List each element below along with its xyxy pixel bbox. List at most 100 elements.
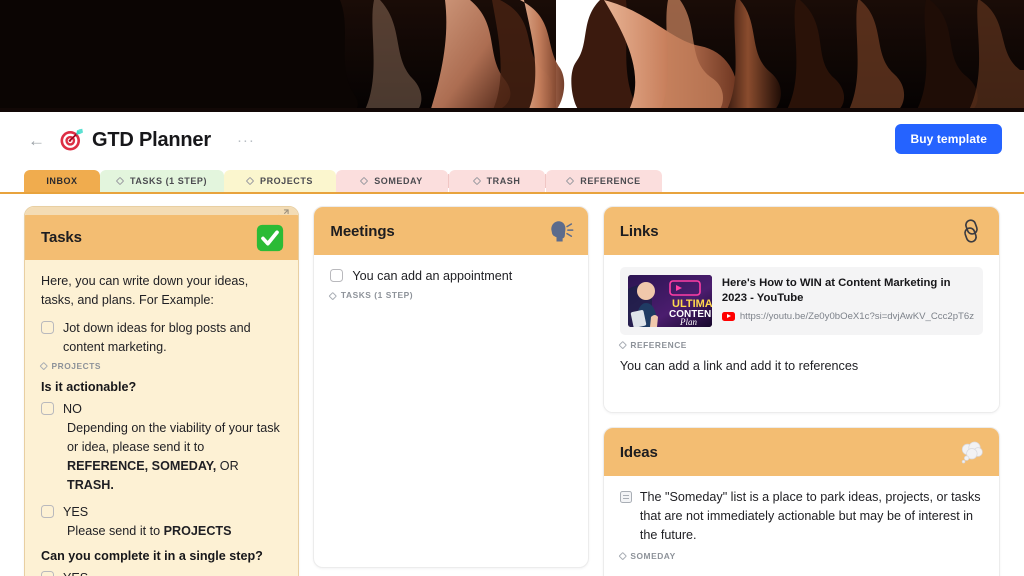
dart-target-emoji [60,128,83,151]
page-header: ← GTD Planner ··· Buy template [0,112,1024,168]
column-tasks: Tasks Here, you can write down your idea… [24,206,300,576]
todo-label: Jot down ideas for blog posts and conten… [63,321,251,354]
todo-label: You can add an appointment [352,269,513,283]
card-ideas-body: The "Someday" list is a place to park id… [603,476,999,576]
link-chain-icon [964,219,978,243]
tab-bar: INBOX TASKS (1 STEP) PROJECTS SOMEDAY TR… [0,170,1024,194]
youtube-icon [721,311,735,321]
tasks-no-text-2: OR [216,458,239,473]
tab-someday-label: SOMEDAY [374,176,423,186]
status-badge-label: PROJECTS [51,360,102,371]
buy-template-button[interactable]: Buy template [895,124,1002,154]
card-meetings[interactable]: Meetings You can add an appointment TASK… [313,206,589,568]
card-tasks-strip [25,207,299,220]
checkbox-icon[interactable] [41,504,54,518]
status-badge-label: REFERENCE [630,340,687,350]
status-badge-label: TASKS (1 STEP) [340,290,414,301]
diamond-icon [618,551,627,560]
back-arrow-icon[interactable]: ← [28,132,45,149]
status-badge[interactable]: PROJECTS [39,360,282,371]
status-badge[interactable]: SOMEDAY [618,550,983,561]
link-preview[interactable]: ULTIMAT CONTEN Plan Here's How to WIN at… [619,267,983,335]
links-caption: You can add a link and add it to referen… [619,359,859,373]
tab-inbox-label: INBOX [46,176,78,186]
note-text: The "Someday" list is a place to park id… [639,490,981,542]
tasks-question-1: Is it actionable? [41,379,137,394]
card-meetings-header: Meetings [314,207,588,255]
card-links-title: Links [619,222,659,240]
card-ideas-header: Ideas [603,428,999,476]
tasks-yes-bold: PROJECTS [163,523,232,538]
board: Tasks Here, you can write down your idea… [0,194,1024,576]
tab-someday[interactable]: SOMEDAY [336,170,448,192]
todo-item[interactable]: You can add an appointment [330,267,571,285]
tasks-no-bold-2: TRASH. [67,477,114,492]
card-meetings-body: You can add an appointment TASKS (1 STEP… [314,255,588,326]
checkbox-icon[interactable] [41,321,54,335]
checkbox-icon[interactable] [41,570,54,576]
tab-inbox[interactable]: INBOX [24,170,100,192]
card-links[interactable]: Links ULTIMA CONTEN Plan Here's How to W… [602,206,1000,413]
slot-canyon-photo [0,0,1024,112]
tasks-no-detail: Depending on the viability of your task … [67,419,282,495]
tab-tasks-label: TASKS (1 STEP) [129,176,208,186]
todo-item[interactable]: YES [41,503,282,521]
card-meetings-title: Meetings [330,222,395,240]
link-title: Here's How to WIN at Content Marketing i… [721,277,951,304]
card-links-header: Links [603,207,999,255]
tab-projects[interactable]: PROJECTS [224,170,336,192]
card-tasks-header: Tasks [25,215,299,260]
thought-balloon-emoji [961,441,983,464]
checkbox-icon[interactable] [41,401,54,415]
page-title: GTD Planner [92,128,211,151]
todo-item[interactable]: YES [41,569,282,576]
diamond-icon [566,176,575,186]
tasks-no-text-1: Depending on the viability of your task … [67,421,280,454]
tasks-yes-detail: Please send it to PROJECTS [67,522,282,541]
card-tasks-body: Here, you can write down your ideas, tas… [25,260,299,576]
todo-label: NO [63,401,82,416]
card-ideas-title: Ideas [619,443,658,461]
diamond-icon [359,176,369,186]
status-badge[interactable]: REFERENCE [618,340,983,350]
tab-reference[interactable]: REFERENCE [546,170,662,192]
todo-item[interactable]: Jot down ideas for blog posts and conten… [41,319,282,356]
diamond-icon [472,176,481,186]
status-badge[interactable]: TASKS (1 STEP) [329,290,571,301]
diamond-icon [329,291,338,300]
column-links-ideas: Links ULTIMA CONTEN Plan Here's How to W… [602,206,1000,576]
todo-label: YES [63,504,89,519]
youtube-thumbnail: ULTIMAT CONTEN Plan [627,275,712,327]
cover-banner [0,0,1024,112]
tasks-yes-text: Please send it to [67,523,164,538]
svg-text:Plan: Plan [679,317,697,327]
card-tasks-title: Tasks [41,229,82,246]
note-document-icon [619,491,632,503]
tab-reference-label: REFERENCE [580,176,641,186]
diamond-icon [618,341,627,349]
tasks-no-bold-1: REFERENCE, SOMEDAY, [67,458,217,473]
status-badge-label: SOMEDAY [630,550,676,561]
link-url-row: https://youtu.be/Ze0y0bOeX1c?si=dvjAwKV_… [721,311,975,322]
todo-item[interactable]: NO [41,400,282,418]
tab-projects-label: PROJECTS [260,176,313,186]
tab-tasks[interactable]: TASKS (1 STEP) [100,170,224,192]
diamond-icon [39,361,48,370]
tasks-intro: Here, you can write down your ideas, tas… [41,274,249,308]
link-meta: Here's How to WIN at Content Marketing i… [721,275,975,327]
todo-label: YES [63,569,88,576]
checkbox-icon[interactable] [330,269,344,282]
tab-trash-label: TRASH [486,176,521,186]
card-ideas[interactable]: Ideas The "Someday" list is a place to p… [602,427,1000,576]
card-links-body: ULTIMAT CONTEN Plan Here's How to WIN at… [603,255,999,412]
column-meetings: Meetings You can add an appointment TASK… [313,206,589,568]
link-url[interactable]: https://youtu.be/Ze0y0bOeX1c?si=dvjAwKV_… [740,311,974,322]
note-item[interactable]: The "Someday" list is a place to park id… [619,488,983,545]
card-tasks[interactable]: Tasks Here, you can write down your idea… [24,206,300,576]
tab-trash[interactable]: TRASH [449,170,545,192]
speaking-head-emoji [551,221,574,242]
diamond-icon [245,176,255,186]
page-more-menu[interactable]: ··· [237,132,255,149]
white-heavy-check-mark-emoji [257,224,284,251]
diamond-icon [115,176,125,186]
